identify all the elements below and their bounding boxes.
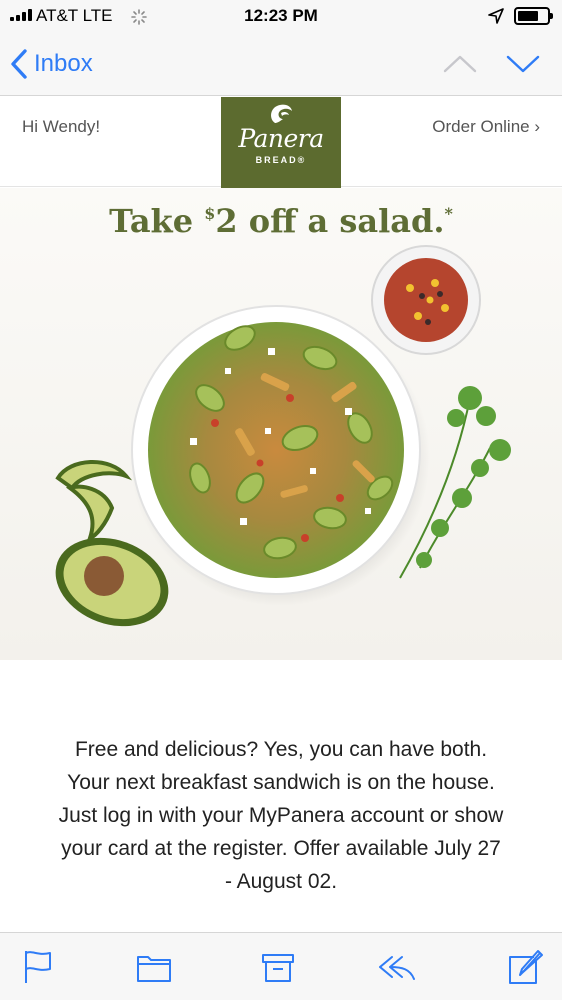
status-bar: AT&T LTE 12:23 PM xyxy=(0,0,562,34)
salad-hero-image xyxy=(55,245,511,627)
archive-icon[interactable] xyxy=(258,947,298,987)
hero-banner[interactable]: Take $2 off a salad.* xyxy=(0,188,562,660)
compose-icon[interactable] xyxy=(504,947,544,987)
headline-currency: $ xyxy=(204,204,216,223)
body-line: Just log in with your MyPanera account o… xyxy=(58,804,504,827)
email-header-row: Hi Wendy! Panera BREAD® Order Online › xyxy=(0,97,562,189)
logo-brand-text: Panera xyxy=(238,124,324,153)
body-line: Your next breakfast sandwich is on the h… xyxy=(67,771,495,794)
battery-icon xyxy=(514,7,553,25)
reply-icon[interactable] xyxy=(376,947,416,987)
chevron-left-icon xyxy=(11,49,27,79)
flag-icon[interactable] xyxy=(18,947,58,987)
offer-headline: Take $2 off a salad.* xyxy=(0,202,562,240)
back-label: Inbox xyxy=(34,50,93,77)
body-line: - August 02. xyxy=(224,870,338,893)
clock: 12:23 PM xyxy=(244,6,318,25)
chevron-up-icon xyxy=(443,55,477,73)
headline-asterisk: * xyxy=(444,204,453,223)
folder-icon[interactable] xyxy=(134,947,174,987)
nav-bar: Inbox xyxy=(0,34,562,96)
back-to-inbox-button[interactable]: Inbox xyxy=(10,46,93,82)
panera-logo[interactable]: Panera BREAD® xyxy=(221,97,341,189)
headline-amount: 2 off a salad. xyxy=(215,202,445,240)
logo-sub-text: BREAD® xyxy=(255,155,307,165)
headline-pre: Take xyxy=(109,202,205,240)
location-arrow-icon xyxy=(488,8,504,24)
chevron-down-icon[interactable] xyxy=(505,52,541,76)
order-online-link[interactable]: Order Online › xyxy=(432,117,540,137)
body-line: your card at the register. Offer availab… xyxy=(61,837,501,860)
body-line: Free and delicious? Yes, you can have bo… xyxy=(74,738,488,761)
mail-toolbar xyxy=(0,932,562,1000)
offer-body-text: Free and delicious? Yes, you can have bo… xyxy=(30,733,532,898)
greeting-text: Hi Wendy! xyxy=(22,117,101,136)
